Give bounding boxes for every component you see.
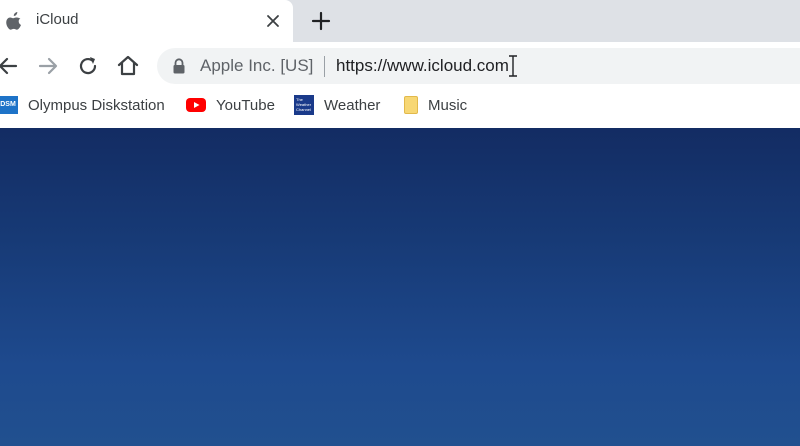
bookmark-label: YouTube — [216, 96, 275, 114]
apple-icon — [6, 12, 21, 30]
lock-icon[interactable] — [172, 58, 186, 74]
bookmark-weather[interactable]: The Weather Channel Weather — [294, 90, 380, 120]
bookmark-label: Olympus Diskstation — [28, 96, 165, 114]
site-organization: Apple Inc. [US] — [200, 56, 314, 75]
text-cursor-icon — [509, 55, 517, 77]
url-text[interactable]: https://www.icloud.com — [336, 56, 509, 76]
bookmark-label: Music — [428, 96, 468, 114]
weather-icon: The Weather Channel — [294, 95, 314, 115]
bookmark-olympus-diskstation[interactable]: DSM Olympus Diskstation — [0, 90, 165, 120]
tab-icloud[interactable]: iCloud — [0, 0, 293, 42]
address-bar[interactable]: Apple Inc. [US] https://www.icloud.com — [157, 48, 800, 84]
tab-title: iCloud — [36, 11, 79, 28]
plus-icon[interactable] — [310, 10, 332, 32]
folder-icon — [404, 96, 418, 114]
reload-icon[interactable] — [76, 54, 100, 78]
close-icon[interactable] — [263, 11, 283, 31]
back-arrow-icon[interactable] — [0, 54, 20, 78]
forward-arrow-icon[interactable] — [36, 54, 60, 78]
bookmarks-bar: DSM Olympus Diskstation YouTube The Weat… — [0, 90, 800, 128]
bookmark-youtube[interactable]: YouTube — [186, 90, 275, 120]
home-icon[interactable] — [116, 54, 140, 78]
bookmark-music[interactable]: Music — [404, 90, 467, 120]
address-divider — [324, 56, 325, 77]
dsm-icon: DSM — [0, 96, 18, 114]
bookmark-label: Weather — [324, 96, 381, 114]
browser-toolbar: Apple Inc. [US] https://www.icloud.com — [0, 42, 800, 90]
page-content — [0, 128, 800, 446]
youtube-icon — [186, 98, 206, 112]
tab-strip: iCloud — [0, 0, 800, 42]
